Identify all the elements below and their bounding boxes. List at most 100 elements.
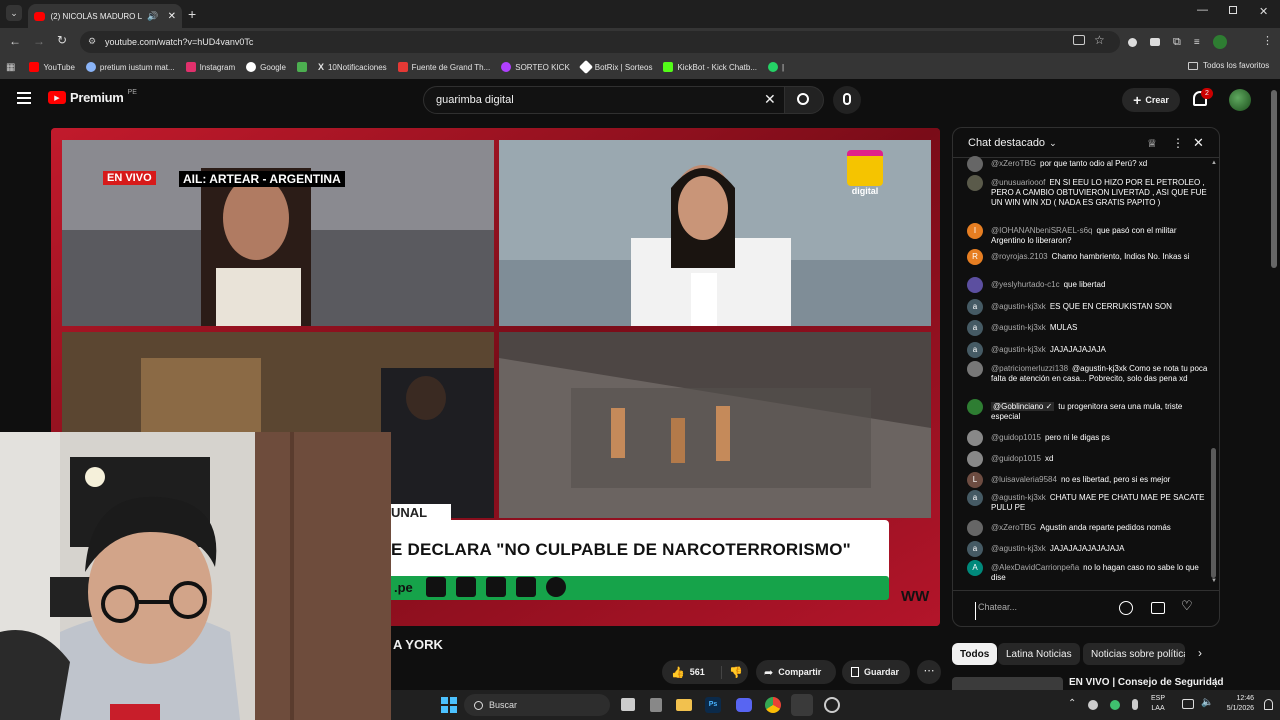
recommendation-thumbnail[interactable]	[952, 677, 1063, 690]
taskbar-search[interactable]: Buscar	[464, 694, 610, 716]
close-chat-icon[interactable]: ✕	[1193, 135, 1204, 151]
restore-button[interactable]	[1229, 6, 1237, 14]
chat-author[interactable]: @royrojas.2103	[991, 252, 1048, 261]
crown-icon[interactable]: ♕	[1147, 137, 1157, 150]
bookmark-item[interactable]: Google	[246, 62, 286, 72]
back-arrow-icon[interactable]: ←	[9, 34, 21, 48]
reload-icon[interactable]: ↻	[57, 33, 67, 47]
share-button[interactable]: ➦ Compartir	[756, 660, 836, 684]
chat-author[interactable]: @Goblinciano ✓	[991, 402, 1055, 411]
chips-next-arrow-icon[interactable]: ›	[1198, 646, 1202, 660]
chat-author[interactable]: @agustin-kj3xk	[991, 493, 1046, 502]
chat-author[interactable]: @xZeroTBG	[991, 159, 1036, 168]
chat-message[interactable]: @xZeroTBG Agustin anda reparte pedidos no…	[967, 520, 1211, 536]
page-scrollbar[interactable]	[1271, 90, 1277, 268]
chat-author[interactable]: @yeslyhurtado-c1c	[991, 280, 1060, 289]
chat-message[interactable]: R @royrojas.2103 Chamo hambriento, Indios …	[967, 249, 1211, 265]
chat-message[interactable]: @unusuariooof EN SI EEU LO HIZO POR EL PE…	[967, 175, 1211, 208]
photoshop-icon[interactable]: Ps	[705, 697, 721, 713]
chat-avatar[interactable]: R	[967, 249, 983, 265]
address-bar[interactable]: ⚙ youtube.com/watch?v=hUD4vanv0Tc ☆	[80, 31, 1120, 53]
discord-icon[interactable]	[736, 698, 752, 712]
chat-message[interactable]: a @agustin-kj3xk MULAS	[967, 320, 1211, 336]
chip-all[interactable]: Todos	[952, 643, 998, 665]
chat-author[interactable]: @unusuariooof	[991, 178, 1045, 187]
chat-author[interactable]: @AlexDavidCarrionpeña	[991, 563, 1079, 572]
all-bookmarks-folder[interactable]: Todos los favoritos	[1188, 61, 1269, 70]
browser-tab-active[interactable]: (2) NICOLÁS MADURO LLE 🔊 ✕	[28, 4, 182, 28]
voice-search-button[interactable]	[833, 86, 861, 114]
chat-message[interactable]: I @IOHANANbeniSRAEL-s6q que pasó con el mi…	[967, 223, 1211, 246]
tab-search-button[interactable]: ⌄	[6, 5, 22, 21]
chat-header-selector[interactable]: Chat destacado ⌄	[968, 137, 1057, 149]
bookmark-item[interactable]: KickBot - Kick Chatb...	[663, 62, 757, 72]
chat-message[interactable]: a @agustin-kj3xk JAJAJAJAJAJAJAJA	[967, 541, 1211, 557]
bookmark-item[interactable]: BotRix | Sorteos	[578, 59, 652, 75]
bookmark-item[interactable]: X 10Notificaciones	[318, 62, 387, 72]
search-button[interactable]	[784, 86, 824, 114]
chat-scrollbar[interactable]	[1211, 448, 1216, 578]
chat-avatar[interactable]	[967, 156, 983, 172]
chat-avatar[interactable]	[967, 399, 983, 415]
chip-politics-news[interactable]: Noticias sobre política	[1083, 643, 1185, 665]
emoji-icon[interactable]	[1119, 601, 1133, 615]
chat-scrollbar-down-arrow[interactable]: ▼	[1211, 578, 1217, 584]
chat-author[interactable]: @IOHANANbeniSRAEL-s6q	[991, 226, 1093, 235]
browser-menu-icon[interactable]: ⋮	[1262, 34, 1273, 47]
chat-author[interactable]: @luisavaleria9584	[991, 475, 1057, 484]
heart-icon[interactable]: ♡	[1181, 598, 1193, 614]
window-close-button[interactable]: ✕	[1259, 5, 1268, 18]
tray-icon[interactable]	[1110, 700, 1120, 710]
chat-avatar[interactable]	[967, 277, 983, 293]
bookmark-item[interactable]: YouTube	[29, 62, 75, 72]
chat-avatar[interactable]: a	[967, 299, 983, 315]
chat-avatar[interactable]	[967, 451, 983, 467]
chat-avatar[interactable]: L	[967, 472, 983, 488]
chrome-icon[interactable]	[765, 697, 781, 713]
chat-message[interactable]: a @agustin-kj3xk JAJAJAJAJAJA	[967, 342, 1211, 358]
active-app-icon[interactable]	[791, 694, 813, 716]
chip-latina-noticias[interactable]: Latina Noticias	[998, 643, 1080, 665]
bookmark-item[interactable]: |	[768, 62, 784, 72]
dislike-button[interactable]: 👎	[722, 663, 743, 681]
bookmark-item[interactable]	[296, 62, 307, 72]
chat-avatar[interactable]	[967, 430, 983, 446]
apps-grid-icon[interactable]: ▦	[6, 62, 15, 73]
windows-start-icon[interactable]	[441, 697, 457, 713]
obs-icon[interactable]	[824, 697, 840, 713]
chat-message[interactable]: @guidop1015 pero ni le digas ps	[967, 430, 1211, 446]
chat-author[interactable]: @agustin-kj3xk	[991, 544, 1046, 553]
save-button[interactable]: Guardar	[842, 660, 910, 684]
chat-author[interactable]: @agustin-kj3xk	[991, 323, 1046, 332]
chat-message[interactable]: @patriciomerluzzi138 @agustin-kj3xk Como …	[967, 361, 1211, 384]
extension-icon[interactable]	[1150, 38, 1160, 46]
super-chat-icon[interactable]	[1151, 602, 1165, 614]
chat-message[interactable]: @xZeroTBG por que tanto odio al Perú? xd	[967, 156, 1211, 172]
recommendation-title[interactable]: EN VIVO | Consejo de Seguridad	[1069, 677, 1224, 688]
chat-avatar[interactable]: a	[967, 490, 983, 506]
reading-list-icon[interactable]: ≡	[1194, 37, 1200, 48]
puzzle-icon[interactable]: ⧉	[1173, 36, 1181, 49]
bookmark-item[interactable]: Fuente de Grand Th...	[397, 62, 490, 72]
forward-arrow-icon[interactable]: →	[33, 34, 45, 48]
chat-message[interactable]: a @agustin-kj3xk ES QUE EN CERRUKISTAN SON	[967, 299, 1211, 315]
user-avatar[interactable]	[1229, 89, 1251, 111]
chat-author[interactable]: @patriciomerluzzi138	[991, 364, 1068, 373]
chat-avatar[interactable]: A	[967, 560, 983, 576]
youtube-logo[interactable]: ▶ Premium PE	[48, 89, 137, 105]
search-input[interactable]: guarimba digital ✕	[423, 86, 785, 114]
chat-scrollbar-up-arrow[interactable]: ▲	[1211, 160, 1217, 166]
chat-message[interactable]: L @luisavaleria9584 no es libertad, pero s…	[967, 472, 1211, 488]
chat-author[interactable]: @guidop1015	[991, 454, 1041, 463]
file-explorer-icon[interactable]	[676, 699, 692, 711]
chat-input[interactable]: Chatear...	[975, 602, 1115, 620]
audio-playing-icon[interactable]: 🔊	[147, 11, 158, 22]
extension-icon[interactable]	[1128, 37, 1137, 47]
chat-message[interactable]: a @agustin-kj3xk CHATU MAE PE CHATU MAE PE…	[967, 490, 1211, 513]
chat-avatar[interactable]	[967, 175, 983, 191]
chat-message[interactable]: @Goblinciano ✓ tu progenitora sera una mu…	[967, 399, 1211, 422]
recommendation-menu-icon[interactable]: ⋮	[1210, 676, 1221, 689]
hamburger-menu-icon[interactable]	[17, 92, 31, 104]
more-actions-button[interactable]: ⋯	[917, 660, 941, 684]
bookmark-item[interactable]: pretium iustum mat...	[85, 62, 175, 72]
